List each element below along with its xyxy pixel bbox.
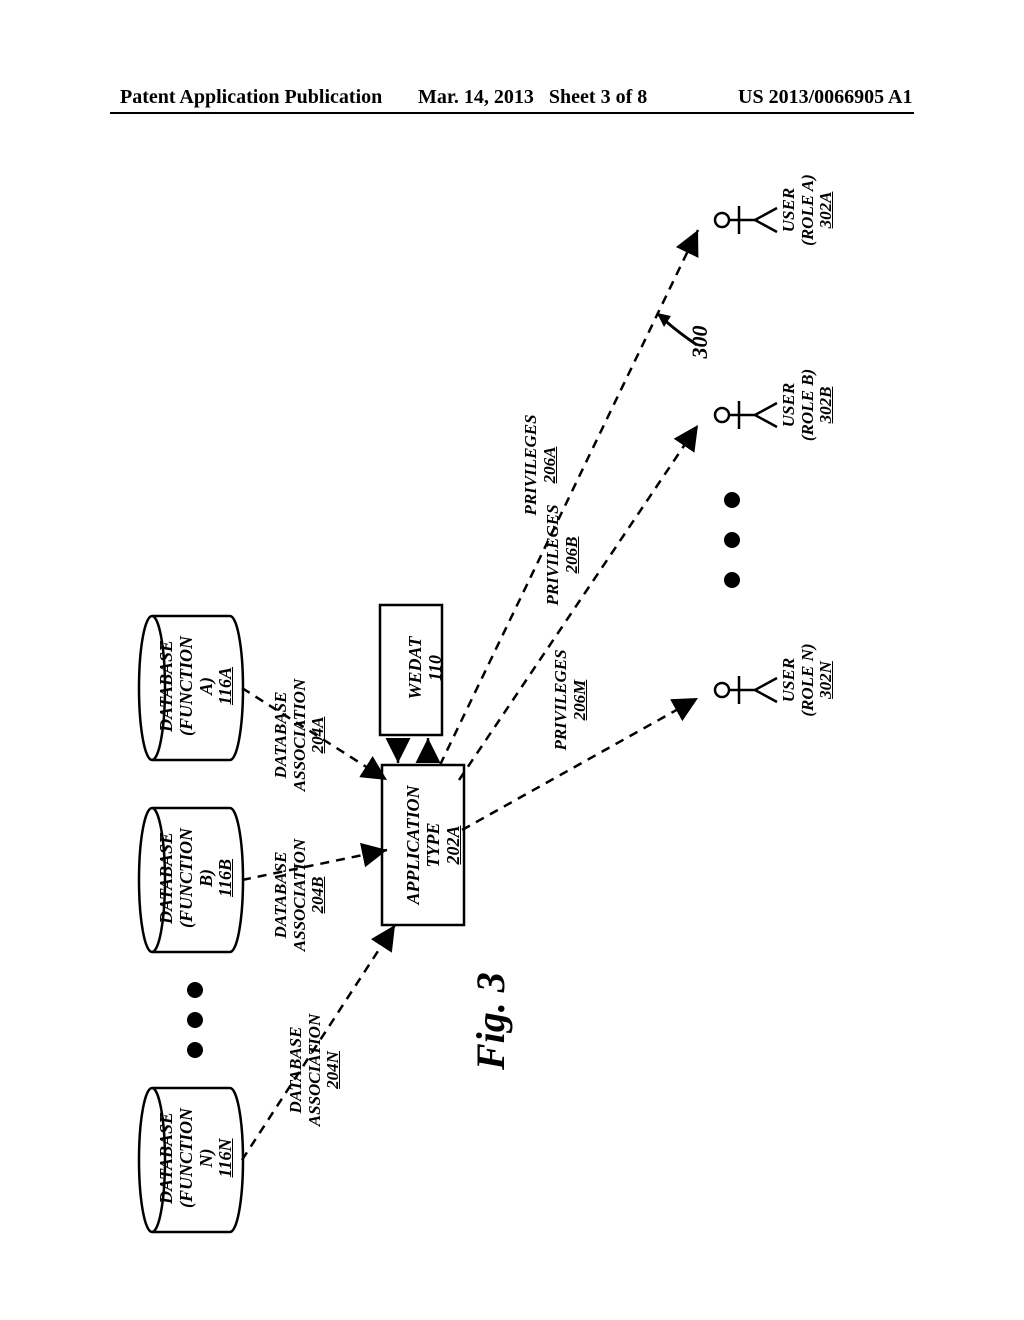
assoc-n-label: DATABASE ASSOCIATION 204N xyxy=(287,990,343,1150)
database-a-label: DATABASE (FUNCTION A) 116A xyxy=(157,616,236,756)
user-a-label: USER (ROLE A) 302A xyxy=(780,155,836,265)
figure-diagram: WEDAT 110 APPLICATION TYPE 202A DATABASE… xyxy=(112,150,912,1250)
priv-m-label: PRIVILEGES 206M xyxy=(552,630,589,770)
ref-300-label: 300 xyxy=(688,312,712,372)
user-b-icon xyxy=(715,401,777,429)
database-b-label: DATABASE (FUNCTION B) 116B xyxy=(157,808,236,948)
database-ellipsis xyxy=(187,982,203,1058)
header-rule xyxy=(110,112,914,114)
wedat-app-lines xyxy=(398,738,428,763)
header-middle: Mar. 14, 2013 Sheet 3 of 8 xyxy=(418,86,647,109)
page-header: Patent Application Publication Mar. 14, … xyxy=(0,86,1024,112)
assoc-a-label: DATABASE ASSOCIATION 204A xyxy=(272,655,328,815)
wedat-label: WEDAT 110 xyxy=(406,608,446,728)
application-type-label: APPLICATION TYPE 202A xyxy=(404,770,463,920)
user-n-label: USER (ROLE N) 302N xyxy=(780,625,836,735)
page: Patent Application Publication Mar. 14, … xyxy=(0,0,1024,1320)
user-n-icon xyxy=(715,676,777,704)
header-sheet: Sheet 3 of 8 xyxy=(549,86,647,108)
database-n-label: DATABASE (FUNCTION N) 116N xyxy=(157,1088,236,1228)
user-b-label: USER (ROLE B) 302B xyxy=(780,350,836,460)
figure-label: Fig. 3 xyxy=(467,930,514,1070)
header-right: US 2013/0066905 A1 xyxy=(738,86,912,109)
user-ellipsis xyxy=(724,492,740,588)
header-left: Patent Application Publication xyxy=(120,86,382,109)
priv-b-label: PRIVILEGES 206B xyxy=(544,485,581,625)
assoc-b-label: DATABASE ASSOCIATION 204B xyxy=(272,815,328,975)
header-date: Mar. 14, 2013 xyxy=(418,86,534,108)
user-a-icon xyxy=(715,206,777,234)
